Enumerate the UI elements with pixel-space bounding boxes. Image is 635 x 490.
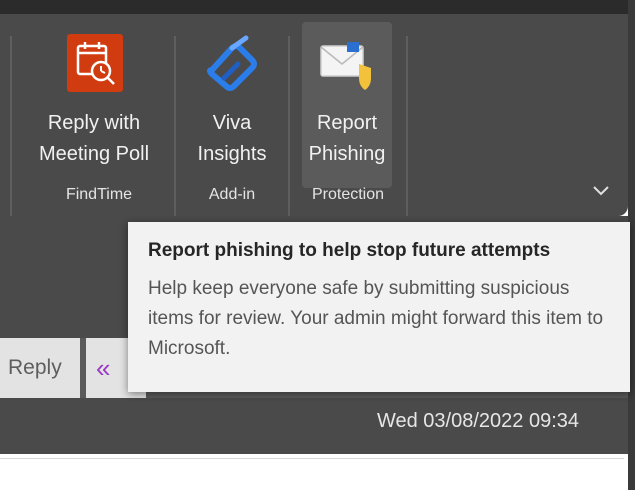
chevron-down-icon	[592, 184, 610, 202]
ribbon-collapse-button[interactable]	[588, 182, 614, 204]
ribbon: Reply with Meeting Poll Viva Insights Re…	[0, 14, 628, 226]
reply-with-meeting-poll-button[interactable]: Reply with Meeting Poll	[24, 22, 164, 188]
report-phishing-button[interactable]: Report Phishing	[302, 22, 392, 188]
reply-label: Reply	[8, 356, 62, 379]
envelope-shield-icon	[319, 40, 375, 92]
group-separator	[174, 36, 176, 222]
reply-with-meeting-poll-label: Reply with Meeting Poll	[38, 112, 150, 165]
title-bar-strip	[0, 0, 635, 14]
ribbon-divider	[10, 36, 12, 226]
report-phishing-label: Report Phishing	[308, 112, 386, 165]
group-separator	[288, 36, 290, 222]
viva-insights-label: Viva Insights	[197, 112, 267, 165]
viva-insights-icon	[202, 34, 262, 96]
group-label-findtime: FindTime	[65, 186, 133, 203]
outlook-window: Reply with Meeting Poll Viva Insights Re…	[0, 0, 635, 490]
tooltip-title: Report phishing to help stop future atte…	[148, 240, 551, 261]
report-phishing-tooltip: Report phishing to help stop future atte…	[128, 222, 630, 392]
viva-insights-button[interactable]: Viva Insights	[186, 22, 278, 188]
reply-button[interactable]: Reply	[0, 338, 80, 398]
message-datetime: Wed 03/08/2022 09:34	[376, 410, 579, 432]
group-separator	[406, 36, 408, 222]
calendar-clock-icon	[67, 34, 123, 92]
reply-all-icon: «	[96, 352, 111, 383]
message-body	[0, 458, 624, 490]
group-label-protection: Protection	[311, 186, 385, 203]
group-label-add-in: Add-in	[208, 186, 256, 203]
tooltip-body: Help keep everyone safe by submitting su…	[148, 278, 604, 359]
